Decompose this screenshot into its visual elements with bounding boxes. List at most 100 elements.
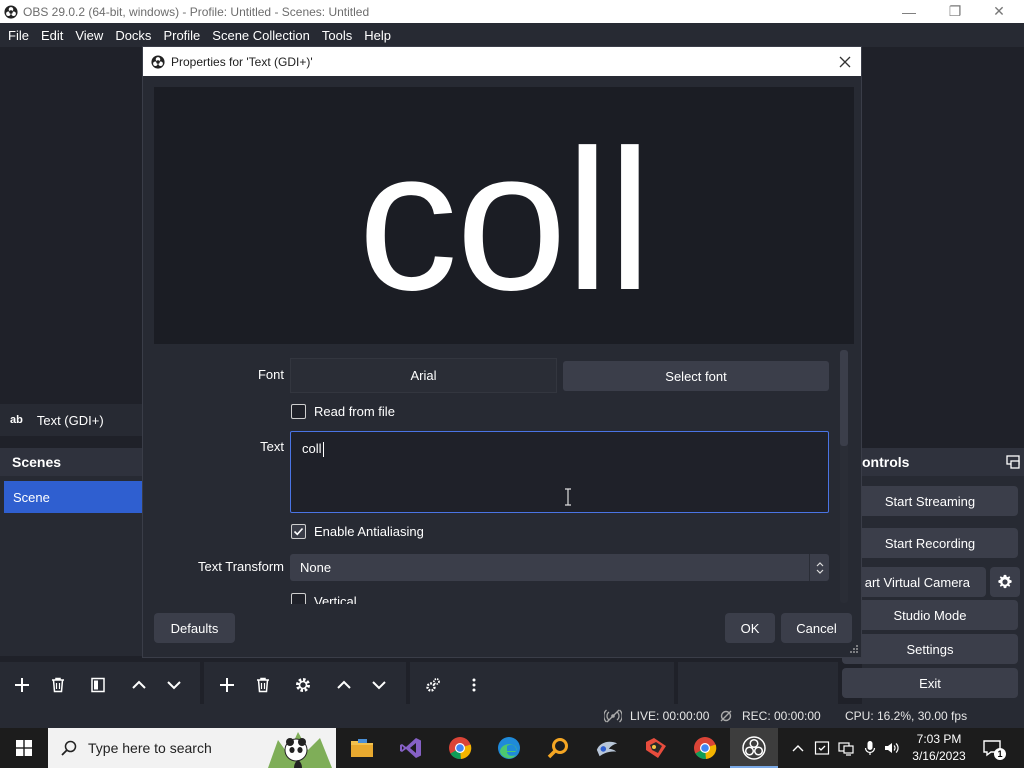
studio-mode-button[interactable]: Studio Mode [842,600,1018,630]
live-timer: LIVE: 00:00:00 [630,709,710,723]
resize-grip-icon[interactable] [849,644,859,654]
properties-dialog: Properties for 'Text (GDI+)' coll Font A… [142,46,862,658]
text-input[interactable]: coll [290,431,829,513]
search-icon [61,740,77,756]
read-from-file-row[interactable]: Read from file [291,404,395,419]
font-label: Font [257,367,284,382]
menu-profile[interactable]: Profile [157,28,206,43]
taskbar-clock[interactable]: 7:03 PM 3/16/2023 [906,731,972,765]
search-app-taskbar-icon[interactable] [546,736,570,760]
chrome-taskbar-icon[interactable] [448,736,472,760]
menu-docks[interactable]: Docks [109,28,157,43]
text-label: Text [260,439,284,454]
menu-view[interactable]: View [69,28,109,43]
font-name-display: Arial [290,358,557,393]
chevron-up-icon [132,680,146,689]
text-input-value: coll [302,441,322,456]
obs-logo-icon [151,54,165,69]
rec-timer: REC: 00:00:00 [742,709,821,723]
enable-antialiasing-checkbox[interactable] [291,524,306,539]
file-explorer-taskbar-icon[interactable] [350,736,374,760]
obs-taskbar-icon[interactable] [742,736,766,760]
move-source-up-button[interactable] [331,672,357,698]
source-item[interactable]: ab Text (GDI+) [0,404,142,436]
plus-icon [220,678,234,692]
checkmark-icon [293,527,304,536]
move-scene-down-button[interactable] [161,672,187,698]
mixer-settings-button[interactable] [420,672,446,698]
start-button[interactable] [0,728,48,768]
menu-tools[interactable]: Tools [316,28,358,43]
network-tray-icon[interactable] [838,740,854,756]
add-scene-button[interactable] [9,672,35,698]
gears-icon [426,678,440,692]
add-source-button[interactable] [214,672,240,698]
vertical-checkbox[interactable] [291,593,306,604]
minimize-button[interactable]: — [886,0,932,23]
visual-studio-taskbar-icon[interactable] [399,736,423,760]
filter-icon [91,677,105,693]
vertical-row[interactable]: Vertical [291,593,357,604]
snipping-tool-taskbar-icon[interactable] [595,736,619,760]
trash-icon [257,677,269,693]
cancel-button[interactable]: Cancel [781,613,852,643]
text-source-icon: ab [10,414,23,426]
spin-arrows-icon [809,554,829,581]
menu-file[interactable]: File [2,28,35,43]
scenes-dock-header: Scenes [0,448,142,476]
properties-scrollbar-thumb[interactable] [840,350,848,446]
chevron-down-icon [372,681,386,690]
trash-icon [52,677,64,693]
source-item-label: Text (GDI+) [36,412,104,428]
kebab-menu-icon [472,678,476,692]
dialog-close-button[interactable] [835,52,855,72]
edge-taskbar-icon[interactable] [497,736,521,760]
source-properties-button[interactable] [290,672,316,698]
gear-icon [296,678,310,692]
remove-source-button[interactable] [250,672,276,698]
start-recording-button[interactable]: Start Recording [842,528,1018,558]
menu-scene-collection[interactable]: Scene Collection [206,28,316,43]
volume-tray-icon[interactable] [884,740,900,756]
virtual-camera-settings-button[interactable] [990,567,1020,597]
remove-scene-button[interactable] [45,672,71,698]
microphone-tray-icon[interactable] [862,740,878,756]
menu-bar: File Edit View Docks Profile Scene Colle… [0,23,1024,47]
clock-time: 7:03 PM [916,732,962,746]
tray-overflow-chevron-icon[interactable] [790,740,806,756]
undock-icon[interactable] [1006,455,1020,469]
text-transform-select[interactable]: None [290,554,829,581]
close-window-button[interactable]: ✕ [976,0,1022,23]
defaults-button[interactable]: Defaults [154,613,235,643]
status-bar: LIVE: 00:00:00 REC: 00:00:00 CPU: 16.2%,… [0,704,1024,728]
exit-button[interactable]: Exit [842,668,1018,698]
start-streaming-button[interactable]: Start Streaming [842,486,1018,516]
gear-icon [998,574,1012,589]
dialog-title: Properties for 'Text (GDI+)' [171,54,313,69]
restore-button[interactable]: ❐ [932,0,978,23]
select-font-button[interactable]: Select font [563,361,829,391]
text-transform-value: None [300,560,332,575]
ok-button[interactable]: OK [725,613,775,643]
mixer-menu-button[interactable] [461,672,487,698]
enable-antialiasing-label: Enable Antialiasing [314,524,424,539]
read-from-file-checkbox[interactable] [291,404,306,419]
scene-list-item[interactable]: Scene [4,481,142,513]
chrome-second-taskbar-icon[interactable] [693,736,717,760]
security-tray-icon[interactable] [814,740,830,756]
move-source-down-button[interactable] [366,672,392,698]
start-virtual-camera-button[interactable]: art Virtual Camera [842,567,986,597]
text-caret [322,442,324,458]
window-title-bar: OBS 29.0.2 (64-bit, windows) - Profile: … [0,0,1024,23]
settings-button[interactable]: Settings [842,634,1018,664]
menu-help[interactable]: Help [358,28,397,43]
transitions-toolbar [678,662,838,704]
menu-edit[interactable]: Edit [35,28,69,43]
move-scene-up-button[interactable] [126,672,152,698]
preview-text: coll [357,108,652,332]
paint-taskbar-icon[interactable] [644,736,668,760]
mixer-toolbar [410,662,674,704]
taskbar-search[interactable]: Type here to search [48,728,336,768]
scene-filters-button[interactable] [85,672,111,698]
enable-antialiasing-row[interactable]: Enable Antialiasing [291,524,424,539]
